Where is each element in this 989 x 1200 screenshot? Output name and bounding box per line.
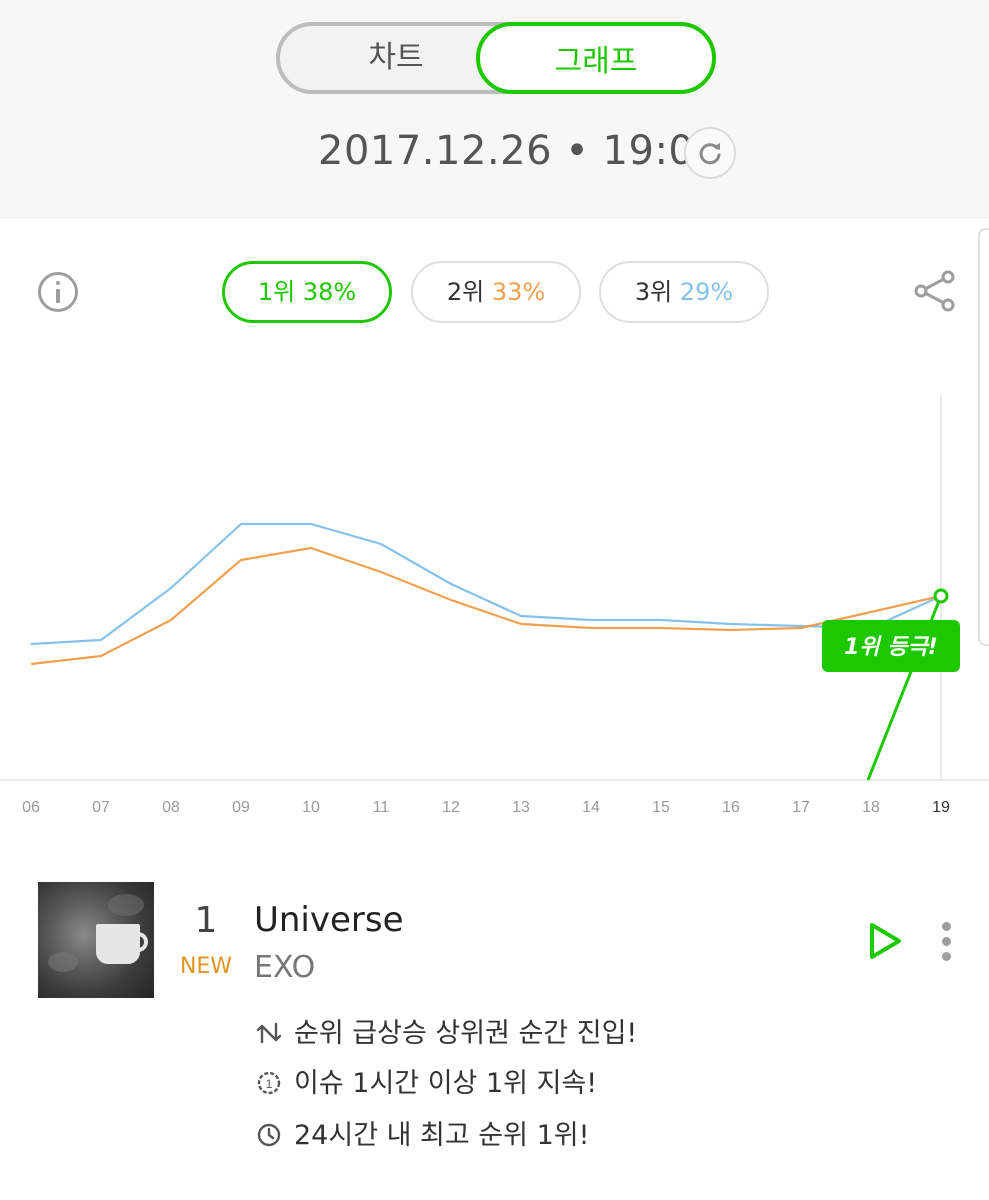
- x-tick-label: 07: [92, 799, 110, 816]
- song-title[interactable]: Universe: [254, 900, 404, 940]
- x-tick-label: 16: [722, 799, 740, 816]
- legend-rank-3-percent: 29%: [679, 278, 734, 306]
- x-tick-label: 10: [302, 799, 320, 816]
- song-artist[interactable]: EXO: [254, 950, 315, 985]
- series-line-rank-2: [30, 546, 942, 666]
- series-lines: [30, 522, 942, 666]
- x-tick-label: 17: [792, 799, 810, 816]
- feature-text: 24시간 내 최고 순위 1위!: [294, 1120, 590, 1151]
- feature-text: 순위 급상승 상위권 순간 진입!: [294, 1018, 638, 1049]
- chart-datetime: 2017.12.26 • 19:00: [318, 128, 721, 174]
- trend-chart: 06 07 08 09 10 11 12 13 14 15 16 17 18 19 1위 등극!: [0, 395, 989, 816]
- x-tick-label: 19: [932, 799, 950, 816]
- x-tick-label: 08: [162, 799, 180, 816]
- annotation-text: 1위 등극!: [844, 635, 938, 660]
- info-icon[interactable]: [38, 272, 78, 312]
- svg-text:1: 1: [266, 1077, 273, 1091]
- song-row[interactable]: 1 NEW Universe EXO: [0, 870, 989, 1010]
- legend-rank-1-percent: 38%: [302, 278, 357, 306]
- view-toggle: 차트 그래프: [276, 22, 716, 94]
- x-tick-label: 06: [22, 799, 40, 816]
- x-tick-label: 12: [442, 799, 460, 816]
- x-tick-label: 15: [652, 799, 670, 816]
- tab-graph[interactable]: 그래프: [476, 22, 716, 94]
- series-line-rank-3: [30, 522, 942, 646]
- chart-header: 차트 그래프 2017.12.26 • 19:00: [0, 0, 989, 218]
- refresh-icon: [699, 143, 721, 165]
- legend-rank-1-label: 1위: [257, 278, 296, 306]
- new-badge: NEW: [179, 954, 233, 979]
- series-point-rank-1: [933, 588, 949, 604]
- x-tick-label: 18: [862, 799, 880, 816]
- more-vertical-icon[interactable]: [940, 922, 954, 962]
- share-icon[interactable]: [910, 266, 960, 316]
- rank-up-icon: [256, 1022, 282, 1044]
- legend-rank-3-label: 3위: [634, 278, 673, 306]
- refresh-button[interactable]: [684, 127, 736, 179]
- play-icon[interactable]: [866, 920, 904, 962]
- legend-rank-2[interactable]: 2위 33%: [411, 261, 581, 323]
- x-tick-label: 13: [512, 799, 530, 816]
- x-tick-label: 14: [582, 799, 600, 816]
- x-tick-label: 11: [373, 799, 390, 816]
- legend-rank-2-percent: 33%: [491, 278, 546, 306]
- album-cover[interactable]: [38, 882, 154, 998]
- sustain-icon: 1: [257, 1071, 281, 1095]
- legend-rank-2-label: 2위: [446, 278, 485, 306]
- legend-rank-1[interactable]: 1위 38%: [222, 261, 392, 323]
- clock-icon: [257, 1123, 281, 1147]
- feature-text: 이슈 1시간 이상 1위 지속!: [294, 1068, 598, 1099]
- legend-rank-3[interactable]: 3위 29%: [599, 261, 769, 323]
- song-rank: 1: [194, 900, 218, 941]
- x-tick-label: 09: [232, 799, 250, 816]
